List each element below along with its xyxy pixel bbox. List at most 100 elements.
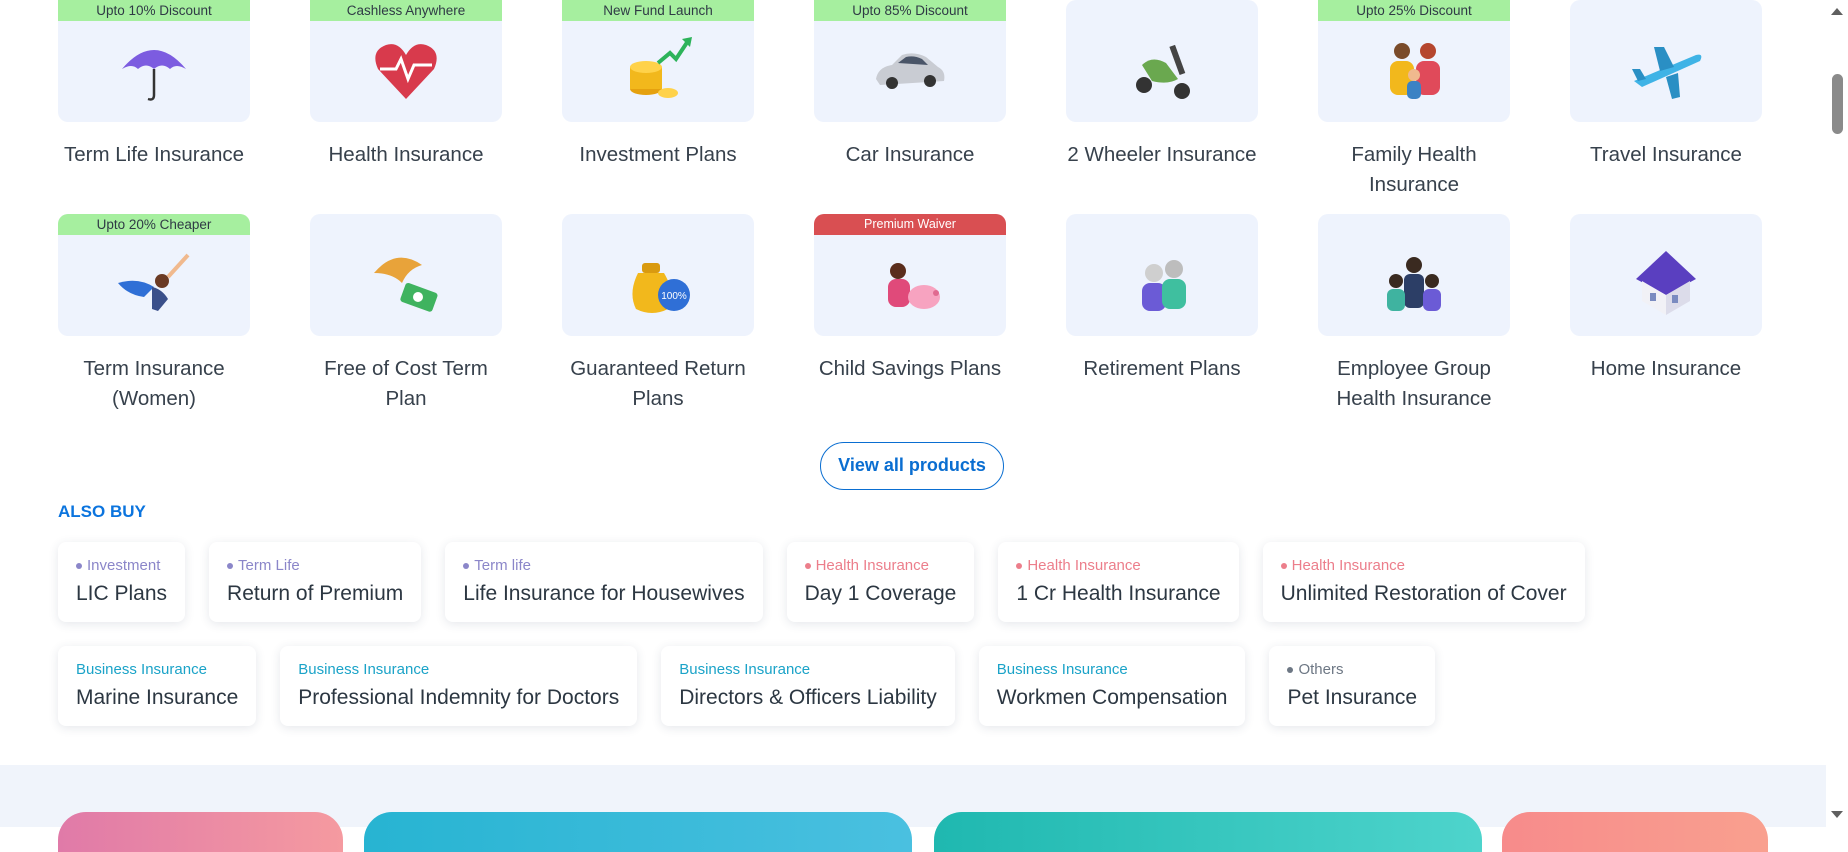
product-tile[interactable] bbox=[1318, 214, 1510, 336]
product-tile[interactable]: Upto 85% Discount bbox=[814, 0, 1006, 122]
premium-waiver-badge: Premium Waiver bbox=[814, 214, 1006, 235]
chip-category-label: Health Insurance bbox=[1027, 557, 1141, 574]
also-buy-chip-workmen[interactable]: Business Insurance Workmen Compensation bbox=[978, 646, 1246, 726]
products-row-2: Upto 20% Cheaper Term Insurance (Women) … bbox=[58, 214, 1762, 414]
chip-category-label: Health Insurance bbox=[1291, 557, 1406, 574]
chip-name: Day 1 Coverage bbox=[804, 582, 957, 605]
chip-name: Marine Insurance bbox=[76, 686, 239, 709]
product-travel[interactable]: Travel Insurance bbox=[1570, 0, 1762, 200]
product-tile[interactable]: New Fund Launch bbox=[562, 0, 754, 122]
chip-category: Business Insurance bbox=[996, 661, 1128, 678]
bullet-dot-icon bbox=[463, 563, 470, 569]
view-all-products-button[interactable]: View all products bbox=[820, 442, 1004, 490]
also-buy-heading: ALSO BUY bbox=[58, 502, 146, 521]
superwoman-icon bbox=[118, 253, 190, 311]
also-buy-chip-day1[interactable]: Health Insurance Day 1 Coverage bbox=[786, 542, 975, 622]
coins-growth-icon bbox=[630, 37, 692, 98]
discount-badge: Upto 25% Discount bbox=[1318, 0, 1510, 21]
chip-name: Professional Indemnity for Doctors bbox=[298, 686, 620, 709]
also-buy-chip-pet[interactable]: Others Pet Insurance bbox=[1269, 646, 1436, 726]
chip-name: Pet Insurance bbox=[1287, 686, 1418, 709]
discount-badge: New Fund Launch bbox=[562, 0, 754, 21]
product-retirement[interactable]: Retirement Plans bbox=[1066, 214, 1258, 414]
also-buy-chip-restoration[interactable]: Health Insurance Unlimited Restoration o… bbox=[1262, 542, 1585, 622]
scroll-up-arrow-icon[interactable] bbox=[1831, 8, 1843, 15]
chip-category-label: Others bbox=[1298, 661, 1344, 678]
product-home[interactable]: Home Insurance bbox=[1570, 214, 1762, 414]
product-tile[interactable] bbox=[1570, 214, 1762, 336]
chip-name: Return of Premium bbox=[227, 582, 404, 605]
product-title: 2 Wheeler Insurance bbox=[1067, 143, 1257, 166]
product-two-wheeler[interactable]: 2 Wheeler Insurance bbox=[1066, 0, 1258, 200]
products-row-1: Upto 10% Discount Term Life Insurance Ca… bbox=[58, 0, 1762, 200]
product-tile[interactable] bbox=[1066, 0, 1258, 122]
also-buy-chip-directors[interactable]: Business Insurance Directors & Officers … bbox=[661, 646, 955, 726]
product-guaranteed-return[interactable]: 100% Guaranteed Return Plans bbox=[562, 214, 754, 414]
scroll-down-arrow-icon[interactable] bbox=[1831, 811, 1843, 818]
product-term-women[interactable]: Upto 20% Cheaper Term Insurance (Women) bbox=[58, 214, 250, 414]
also-buy-chip-1cr[interactable]: Health Insurance 1 Cr Health Insurance bbox=[998, 542, 1239, 622]
product-free-term[interactable]: Free of Cost Term Plan bbox=[310, 214, 502, 414]
vertical-scrollbar[interactable] bbox=[1826, 0, 1848, 827]
promo-banner-3[interactable] bbox=[934, 812, 1482, 852]
promo-banner-2[interactable] bbox=[364, 812, 912, 852]
product-child-savings[interactable]: Premium Waiver Child Savings Plans bbox=[814, 214, 1006, 414]
promo-banner-1[interactable] bbox=[58, 812, 343, 852]
product-investment[interactable]: New Fund Launch Investment Plans bbox=[562, 0, 754, 200]
also-buy-row-1: Investment LIC Plans Term Life Return of… bbox=[58, 542, 1609, 622]
product-tile[interactable]: Upto 20% Cheaper bbox=[58, 214, 250, 336]
product-tile[interactable]: Premium Waiver bbox=[814, 214, 1006, 336]
product-title: Health Insurance bbox=[328, 143, 484, 166]
product-tile[interactable] bbox=[1570, 0, 1762, 122]
product-tile[interactable]: 100% bbox=[562, 214, 754, 336]
money-bag-icon: 100% bbox=[632, 263, 690, 313]
product-title: Term Life Insurance bbox=[63, 143, 245, 166]
product-title: Term Insurance (Women) bbox=[83, 357, 225, 410]
product-term-life[interactable]: Upto 10% Discount Term Life Insurance bbox=[58, 0, 250, 200]
also-buy-chip-marine[interactable]: Business Insurance Marine Insurance bbox=[58, 646, 257, 726]
chip-name: Life Insurance for Housewives bbox=[463, 582, 745, 605]
chip-name: Workmen Compensation bbox=[996, 686, 1228, 709]
house-icon bbox=[1636, 251, 1696, 315]
product-title: Child Savings Plans bbox=[818, 357, 1002, 380]
chip-category-label: Term Life bbox=[238, 557, 300, 574]
product-tile[interactable]: Upto 10% Discount bbox=[58, 0, 250, 122]
product-title: Retirement Plans bbox=[1083, 357, 1241, 380]
bullet-dot-icon bbox=[76, 563, 82, 569]
piggy-bank-icon bbox=[888, 263, 940, 309]
chip-category: Health Insurance bbox=[1280, 557, 1567, 575]
also-buy-chip-return-premium[interactable]: Term Life Return of Premium bbox=[209, 542, 422, 622]
umbrella-money-icon bbox=[374, 257, 438, 312]
also-buy-chip-indemnity[interactable]: Business Insurance Professional Indemnit… bbox=[280, 646, 638, 726]
product-title: Family Health Insurance bbox=[1351, 143, 1477, 196]
chip-name: Directors & Officers Liability bbox=[679, 686, 937, 709]
discount-badge: Cashless Anywhere bbox=[310, 0, 502, 21]
scrollbar-thumb[interactable] bbox=[1832, 74, 1843, 134]
product-title: Home Insurance bbox=[1590, 357, 1742, 380]
svg-text:100%: 100% bbox=[661, 291, 687, 302]
product-health[interactable]: Cashless Anywhere Health Insurance bbox=[310, 0, 502, 200]
chip-name: Unlimited Restoration of Cover bbox=[1280, 582, 1567, 605]
chip-category: Investment bbox=[76, 557, 167, 575]
family-icon bbox=[1390, 43, 1440, 99]
bullet-dot-icon bbox=[227, 563, 234, 569]
chip-name: 1 Cr Health Insurance bbox=[1016, 582, 1221, 605]
product-title: Investment Plans bbox=[579, 143, 737, 166]
chip-category: Health Insurance bbox=[804, 557, 957, 575]
product-tile[interactable] bbox=[1066, 214, 1258, 336]
discount-badge: Upto 10% Discount bbox=[58, 0, 250, 21]
product-tile[interactable] bbox=[310, 214, 502, 336]
product-tile[interactable]: Upto 25% Discount bbox=[1318, 0, 1510, 122]
chip-category: Others bbox=[1287, 661, 1417, 679]
also-buy-chip-housewives[interactable]: Term life Life Insurance for Housewives bbox=[445, 542, 763, 622]
airplane-icon bbox=[1632, 47, 1702, 99]
product-tile[interactable]: Cashless Anywhere bbox=[310, 0, 502, 122]
also-buy-chip-lic[interactable]: Investment LIC Plans bbox=[58, 542, 186, 622]
product-family-health[interactable]: Upto 25% Discount Family Health Insuranc… bbox=[1318, 0, 1510, 200]
product-car[interactable]: Upto 85% Discount Car Insurance bbox=[814, 0, 1006, 200]
chip-category: Term life bbox=[463, 557, 744, 575]
promo-banner-4[interactable] bbox=[1502, 812, 1768, 852]
product-employee-group[interactable]: Employee Group Health Insurance bbox=[1318, 214, 1510, 414]
discount-badge: Upto 85% Discount bbox=[814, 0, 1006, 21]
scooter-icon bbox=[1136, 44, 1190, 99]
